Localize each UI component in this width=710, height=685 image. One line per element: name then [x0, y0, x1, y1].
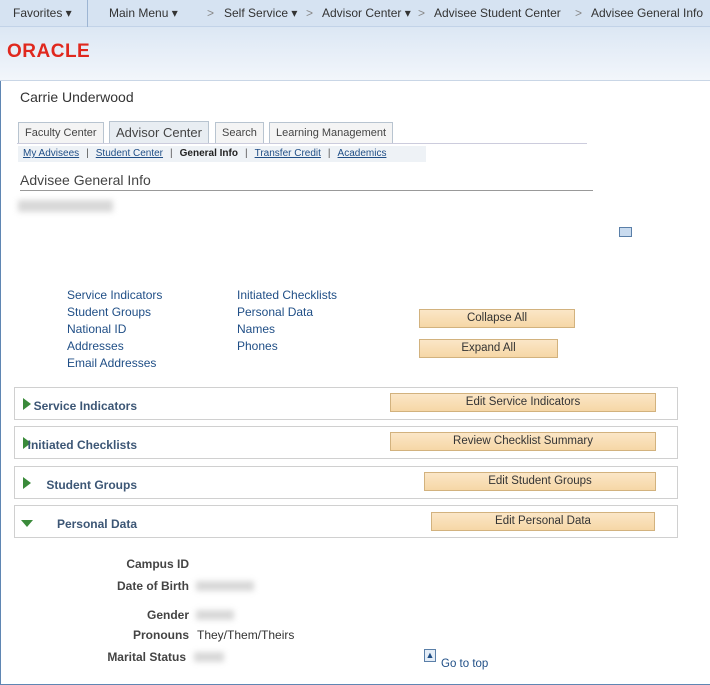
breadcrumb-sep: >	[575, 6, 583, 20]
link-personal-data[interactable]: Personal Data	[237, 305, 313, 319]
subnav-academics[interactable]: Academics	[338, 148, 387, 159]
link-national-id[interactable]: National ID	[67, 322, 126, 336]
marital-status-label: Marital Status	[107, 650, 186, 664]
subnav-general-info: General Info	[179, 148, 238, 159]
breadcrumb-sep: >	[207, 6, 215, 20]
print-icon[interactable]	[619, 227, 632, 237]
collapse-all-button[interactable]: Collapse All	[419, 309, 575, 328]
review-checklist-summary-button[interactable]: Review Checklist Summary	[390, 432, 656, 451]
student-name-blurred	[18, 200, 113, 212]
breadcrumb-sep: >	[418, 6, 426, 20]
divider	[17, 143, 587, 144]
link-names[interactable]: Names	[237, 322, 275, 336]
gender-label: Gender	[146, 608, 189, 622]
dob-value-blurred	[196, 581, 254, 591]
link-email-addresses[interactable]: Email Addresses	[67, 356, 156, 370]
tab-learning-management[interactable]: Learning Management	[269, 122, 394, 143]
oracle-logo: ORACLE	[7, 41, 91, 62]
link-initiated-checklists[interactable]: Initiated Checklists	[237, 288, 337, 302]
section-title[interactable]: Personal Data	[57, 517, 137, 531]
favorites-menu[interactable]: Favorites ▾	[13, 6, 72, 20]
top-nav: Favorites ▾ Main Menu ▾ > Self Service ▾…	[0, 0, 710, 27]
tab-advisor-center[interactable]: Advisor Center	[109, 121, 209, 143]
edit-student-groups-button[interactable]: Edit Student Groups	[424, 472, 656, 491]
sub-nav: My Advisees | Student Center | General Info |…	[18, 146, 426, 162]
section-service-indicators: Service Indicators Edit Service Indicato…	[14, 387, 678, 420]
link-addresses[interactable]: Addresses	[67, 339, 124, 353]
page-title: Advisee General Info	[20, 172, 593, 191]
user-name: Carrie Underwood	[20, 89, 134, 105]
banner: ORACLE	[0, 27, 710, 81]
pronouns-label: Pronouns	[133, 628, 189, 642]
section-title[interactable]: Initiated Checklists	[28, 438, 137, 452]
section-initiated-checklists: Initiated Checklists Review Checklist Su…	[14, 426, 678, 459]
collapse-icon[interactable]	[21, 520, 33, 527]
pronouns-value: They/Them/Theirs	[197, 628, 295, 642]
dob-label: Date of Birth	[117, 579, 189, 593]
subnav-my-advisees[interactable]: My Advisees	[23, 148, 79, 159]
edit-service-indicators-button[interactable]: Edit Service Indicators	[390, 393, 656, 412]
gender-value-blurred	[196, 610, 234, 620]
subnav-student-center[interactable]: Student Center	[96, 148, 163, 159]
tab-search[interactable]: Search	[215, 122, 264, 143]
crumb-advisee-student-center[interactable]: Advisee Student Center	[434, 6, 561, 20]
section-title[interactable]: Service Indicators	[34, 399, 137, 413]
expand-all-button[interactable]: Expand All	[419, 339, 558, 358]
link-service-indicators[interactable]: Service Indicators	[67, 288, 162, 302]
go-to-top-link[interactable]: Go to top	[441, 658, 488, 670]
expand-icon[interactable]	[23, 477, 31, 489]
go-to-top-icon[interactable]: ▲	[424, 649, 436, 662]
section-title[interactable]: Student Groups	[46, 478, 137, 492]
section-student-groups: Student Groups Edit Student Groups	[14, 466, 678, 499]
subnav-transfer-credit[interactable]: Transfer Credit	[255, 148, 321, 159]
breadcrumb-sep: >	[306, 6, 314, 20]
tab-faculty-center[interactable]: Faculty Center	[18, 122, 104, 143]
main-menu[interactable]: Main Menu ▾	[109, 6, 178, 20]
crumb-advisor-center[interactable]: Advisor Center ▾	[322, 6, 411, 20]
crumb-advisee-general-info[interactable]: Advisee General Info	[591, 6, 703, 20]
section-personal-data: Personal Data Edit Personal Data	[14, 505, 678, 538]
divider	[87, 0, 88, 27]
link-student-groups[interactable]: Student Groups	[67, 305, 151, 319]
link-phones[interactable]: Phones	[237, 339, 278, 353]
expand-icon[interactable]	[23, 398, 31, 410]
marital-value-blurred	[194, 652, 224, 662]
edit-personal-data-button[interactable]: Edit Personal Data	[431, 512, 655, 531]
campus-id-label: Campus ID	[126, 557, 189, 571]
crumb-self-service[interactable]: Self Service ▾	[224, 6, 297, 20]
